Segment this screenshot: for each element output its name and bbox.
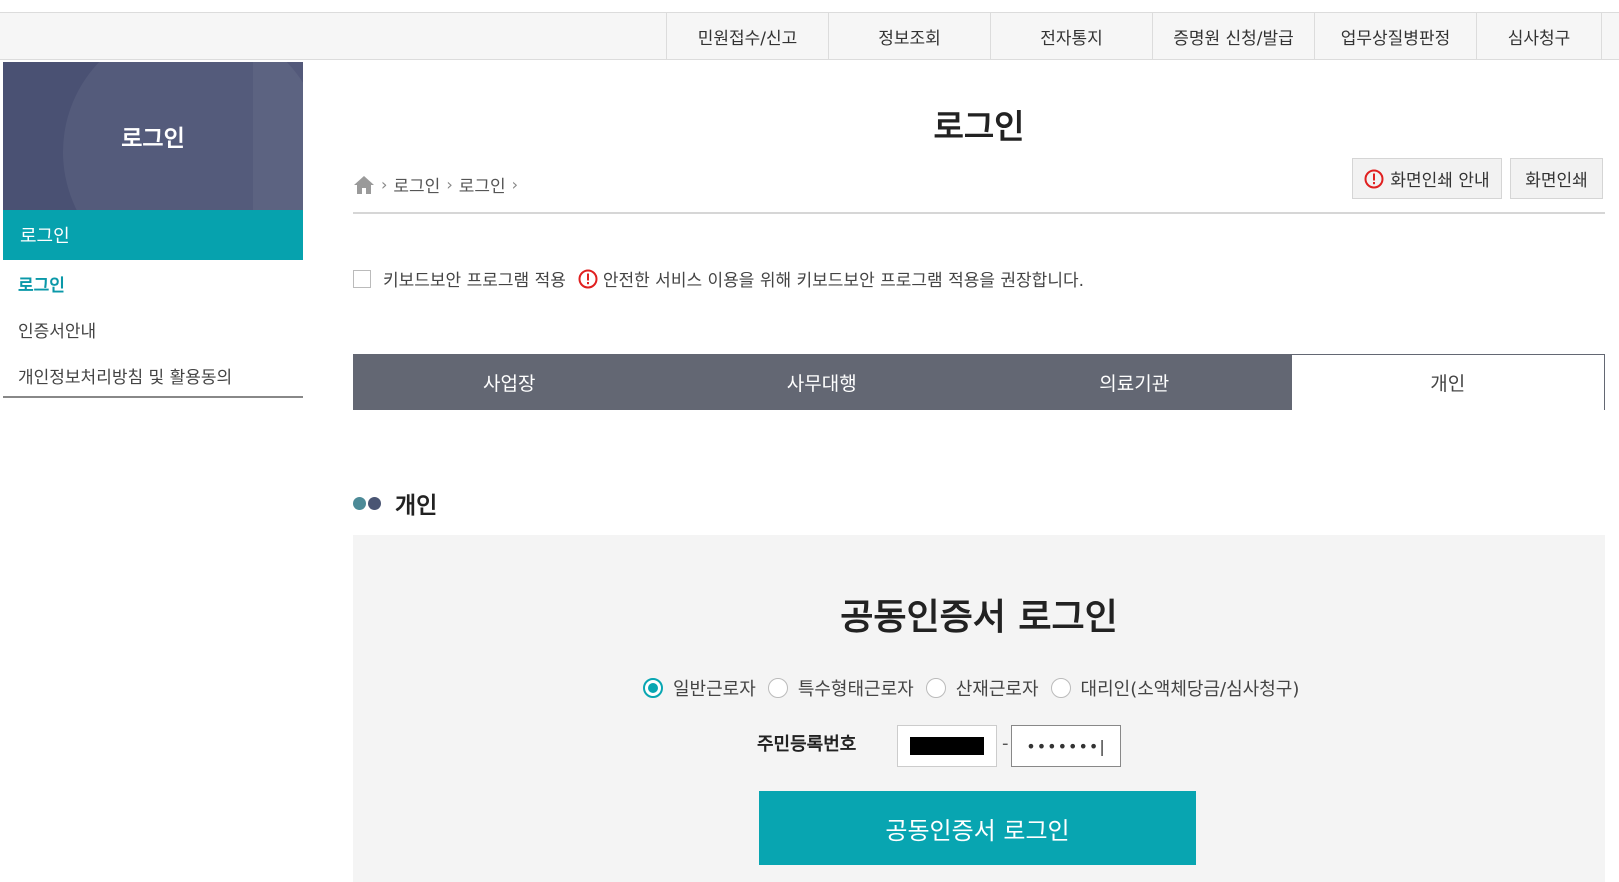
keyboard-security-notice: 안전한 서비스 이용을 위해 키보드보안 프로그램 적용을 권장합니다.: [602, 271, 1085, 291]
radio-label: 대리인(소액체당금/심사청구): [1080, 679, 1300, 700]
tab-medical-institution[interactable]: 의료기관: [978, 354, 1291, 410]
bullet-dot: [368, 496, 381, 510]
radio-agent[interactable]: 대리인(소액체당금/심사청구): [1050, 675, 1300, 701]
login-type-tabs: 사업장 사무대행 의료기관 개인: [353, 354, 1605, 410]
certificate-login-button[interactable]: 공동인증서 로그인: [759, 791, 1196, 865]
sidebar-item-login[interactable]: 로그인: [3, 260, 303, 306]
alert-icon: [578, 269, 598, 288]
sidebar-menu: 로그인 인증서안내 개인정보처리방침 및 활용동의: [3, 260, 303, 398]
resident-number-front-field[interactable]: [897, 725, 997, 767]
resident-number-back-field[interactable]: •••••••|: [1011, 725, 1121, 767]
radio-general-worker[interactable]: 일반근로자: [643, 675, 756, 701]
keyboard-security-label: 키보드보안 프로그램 적용: [383, 271, 566, 291]
tab-workplace[interactable]: 사업장: [353, 354, 666, 410]
top-nav-item-e-notice[interactable]: 전자통지: [990, 13, 1152, 59]
radio-label: 일반근로자: [673, 679, 756, 700]
login-panel-title: 공동인증서 로그인: [840, 597, 1118, 638]
breadcrumb-separator-icon: ›: [381, 175, 388, 194]
print-label: 화면인쇄: [1525, 171, 1588, 191]
top-nav-item-complaint[interactable]: 민원접수/신고: [666, 13, 828, 59]
home-icon[interactable]: [353, 175, 375, 195]
sidebar-title: 로그인: [121, 126, 185, 152]
print-guide-button[interactable]: 화면인쇄 안내: [1352, 158, 1502, 199]
top-nav-item-info-inquiry[interactable]: 정보조회: [828, 13, 990, 59]
top-nav-item-disease-judgment[interactable]: 업무상질병판정: [1314, 13, 1476, 59]
bullet-dots-icon: [353, 496, 383, 510]
certificate-login-panel: 공동인증서 로그인 일반근로자 특수형태근로자 산재근로자 대리인(소액체당금/…: [353, 535, 1605, 882]
print-button[interactable]: 화면인쇄: [1510, 158, 1603, 199]
sidebar-header-decoration-stripe: [253, 62, 303, 210]
breadcrumb-separator-icon: ›: [446, 175, 453, 194]
section-title: 개인: [353, 486, 437, 520]
top-navigation-bar: 민원접수/신고 정보조회 전자통지 증명원 신청/발급 업무상질병판정 심사청구: [0, 12, 1619, 60]
radio-label: 특수형태근로자: [797, 679, 914, 700]
resident-number-separator: -: [1002, 733, 1009, 754]
header-divider: [353, 212, 1605, 214]
top-nav-menu: 민원접수/신고 정보조회 전자통지 증명원 신청/발급 업무상질병판정 심사청구: [666, 13, 1602, 59]
sidebar-active-section[interactable]: 로그인: [3, 210, 303, 260]
radio-button[interactable]: [925, 678, 946, 698]
radio-button[interactable]: [643, 678, 663, 698]
radio-button[interactable]: [1050, 678, 1071, 698]
alert-icon: [1364, 169, 1384, 188]
breadcrumb-item-level2[interactable]: 로그인: [459, 172, 506, 197]
sidebar-header: 로그인: [3, 62, 303, 210]
tab-agency[interactable]: 사무대행: [665, 354, 978, 410]
keyboard-security-checkbox[interactable]: [353, 269, 371, 288]
section-title-text: 개인: [395, 493, 438, 519]
sidebar-item-certificate-guide[interactable]: 인증서안내: [3, 306, 303, 352]
sidebar-item-privacy-policy[interactable]: 개인정보처리방침 및 활용동의: [3, 352, 303, 398]
top-nav-item-review-request[interactable]: 심사청구: [1476, 13, 1602, 59]
user-type-radio-group: 일반근로자 특수형태근로자 산재근로자 대리인(소액체당금/심사청구): [643, 675, 1311, 701]
radio-injured-worker[interactable]: 산재근로자: [925, 675, 1039, 701]
breadcrumb: › 로그인 › 로그인 ›: [353, 172, 524, 197]
redacted-value: [910, 737, 984, 755]
bullet-dot: [353, 496, 366, 510]
print-guide-label: 화면인쇄 안내: [1390, 171, 1490, 191]
radio-button[interactable]: [767, 678, 788, 698]
top-nav-item-certificate[interactable]: 증명원 신청/발급: [1152, 13, 1314, 59]
keyboard-security-row: 키보드보안 프로그램 적용 안전한 서비스 이용을 위해 키보드보안 프로그램 …: [353, 266, 1084, 291]
breadcrumb-separator-icon: ›: [511, 175, 519, 194]
breadcrumb-item-level1[interactable]: 로그인: [393, 172, 440, 197]
radio-label: 산재근로자: [955, 679, 1039, 700]
tab-individual[interactable]: 개인: [1290, 354, 1605, 410]
resident-number-label: 주민등록번호: [757, 734, 857, 755]
page-title: 로그인: [933, 107, 1025, 146]
radio-special-worker[interactable]: 특수형태근로자: [767, 675, 914, 701]
